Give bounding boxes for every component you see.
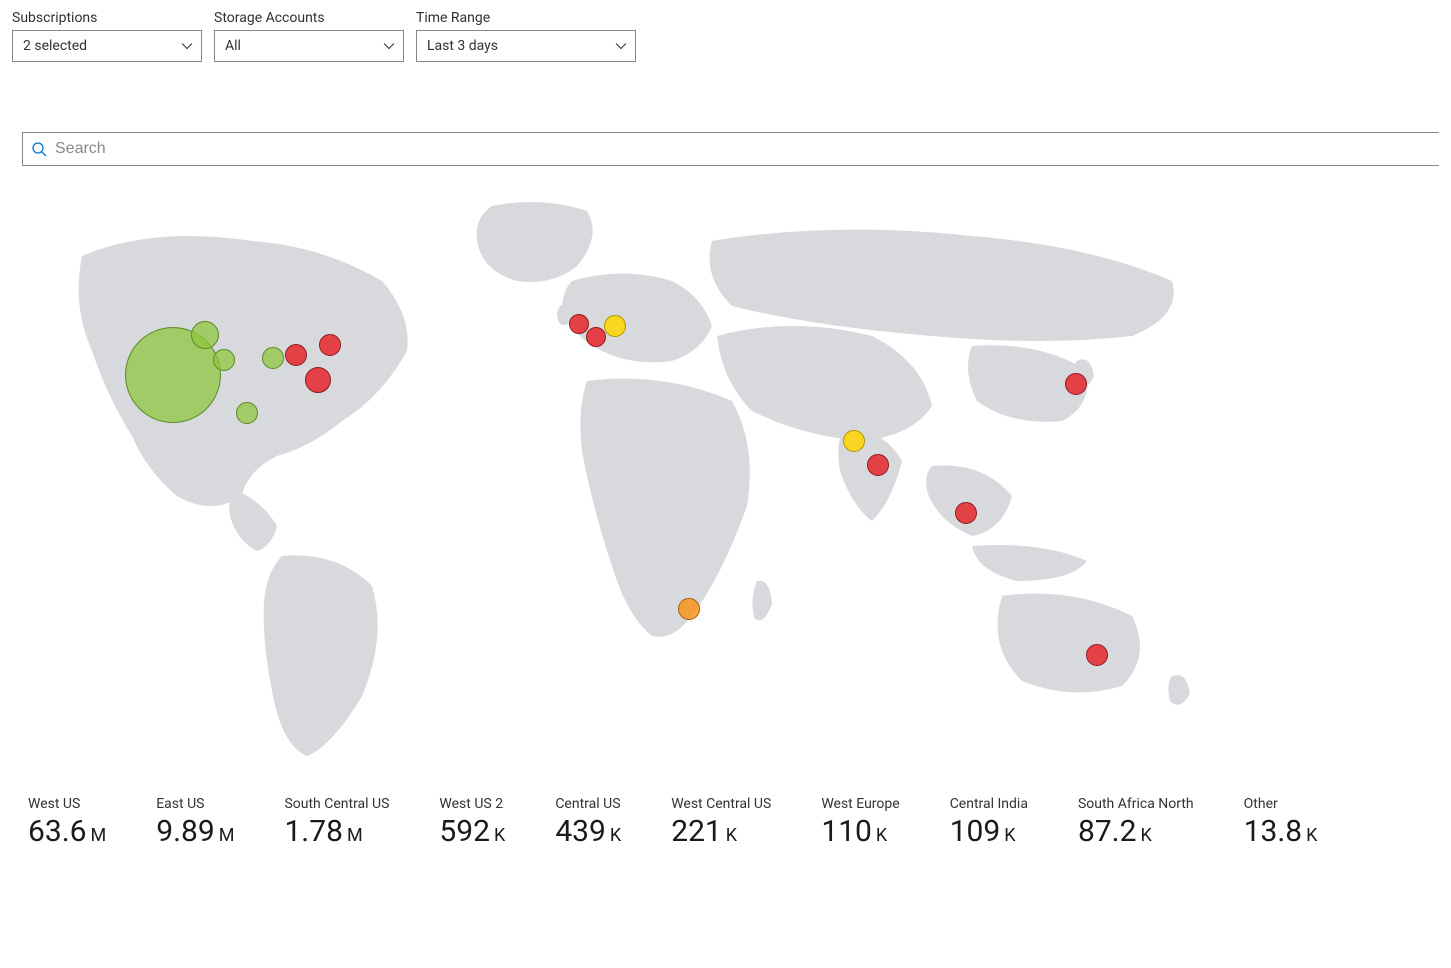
filter-storage-accounts: Storage Accounts All bbox=[214, 10, 404, 62]
map-bubble[interactable] bbox=[236, 402, 258, 424]
map-bubble[interactable] bbox=[262, 347, 284, 369]
region-stat[interactable]: West Europe 110K bbox=[821, 796, 899, 849]
map-bubble[interactable] bbox=[843, 430, 865, 452]
storage-value: All bbox=[225, 38, 241, 54]
timerange-value: Last 3 days bbox=[427, 38, 498, 54]
filter-subscriptions-label: Subscriptions bbox=[12, 10, 202, 26]
map-bubble[interactable] bbox=[604, 315, 626, 337]
stat-value: 439K bbox=[555, 814, 621, 849]
map-bubble[interactable] bbox=[955, 502, 977, 524]
stat-label: Central India bbox=[950, 796, 1028, 812]
map-bubble[interactable] bbox=[1086, 644, 1108, 666]
search-box[interactable] bbox=[22, 132, 1439, 166]
world-map-svg bbox=[12, 186, 1352, 786]
timerange-dropdown[interactable]: Last 3 days bbox=[416, 30, 636, 62]
filter-subscriptions: Subscriptions 2 selected bbox=[12, 10, 202, 62]
region-stat[interactable]: West US 63.6M bbox=[28, 796, 106, 849]
chevron-down-icon bbox=[181, 40, 193, 52]
chevron-down-icon bbox=[615, 40, 627, 52]
map-bubble[interactable] bbox=[569, 314, 589, 334]
stat-value: 13.8K bbox=[1244, 814, 1318, 849]
stat-label: East US bbox=[156, 796, 234, 812]
map-bubble[interactable] bbox=[319, 334, 341, 356]
filter-time-range: Time Range Last 3 days bbox=[416, 10, 636, 62]
world-map[interactable] bbox=[12, 186, 1352, 786]
subscriptions-value: 2 selected bbox=[23, 38, 87, 54]
filter-timerange-label: Time Range bbox=[416, 10, 636, 26]
region-stat[interactable]: Central India 109K bbox=[950, 796, 1028, 849]
region-stat[interactable]: West US 2 592K bbox=[439, 796, 505, 849]
stat-value: 9.89M bbox=[156, 814, 234, 849]
map-bubble[interactable] bbox=[285, 344, 307, 366]
map-bubble[interactable] bbox=[305, 367, 331, 393]
region-stat[interactable]: East US 9.89M bbox=[156, 796, 234, 849]
region-stat[interactable]: Central US 439K bbox=[555, 796, 621, 849]
filter-storage-label: Storage Accounts bbox=[214, 10, 404, 26]
stat-label: South Africa North bbox=[1078, 796, 1194, 812]
stat-label: South Central US bbox=[284, 796, 389, 812]
search-input[interactable] bbox=[53, 139, 1431, 159]
map-bubble[interactable] bbox=[213, 349, 235, 371]
stat-value: 87.2K bbox=[1078, 814, 1194, 849]
stat-value: 63.6M bbox=[28, 814, 106, 849]
storage-dropdown[interactable]: All bbox=[214, 30, 404, 62]
map-bubble[interactable] bbox=[191, 321, 219, 349]
stat-label: West US bbox=[28, 796, 106, 812]
map-bubble[interactable] bbox=[1065, 373, 1087, 395]
map-bubble[interactable] bbox=[586, 327, 606, 347]
map-bubble[interactable] bbox=[867, 454, 889, 476]
stat-value: 592K bbox=[439, 814, 505, 849]
stat-label: West Europe bbox=[821, 796, 899, 812]
stat-value: 1.78M bbox=[284, 814, 389, 849]
region-stat[interactable]: South Central US 1.78M bbox=[284, 796, 389, 849]
subscriptions-dropdown[interactable]: 2 selected bbox=[12, 30, 202, 62]
stat-label: West US 2 bbox=[439, 796, 505, 812]
region-stat[interactable]: Other 13.8K bbox=[1244, 796, 1318, 849]
region-stat[interactable]: South Africa North 87.2K bbox=[1078, 796, 1194, 849]
stat-label: Other bbox=[1244, 796, 1318, 812]
search-icon bbox=[31, 141, 47, 157]
chevron-down-icon bbox=[383, 40, 395, 52]
stat-value: 109K bbox=[950, 814, 1028, 849]
map-bubble[interactable] bbox=[678, 598, 700, 620]
region-stat[interactable]: West Central US 221K bbox=[671, 796, 771, 849]
stat-value: 221K bbox=[671, 814, 771, 849]
filters-row: Subscriptions 2 selected Storage Account… bbox=[12, 10, 1439, 62]
stat-label: Central US bbox=[555, 796, 621, 812]
stat-value: 110K bbox=[821, 814, 899, 849]
region-stats-row: West US 63.6M East US 9.89M South Central US… bbox=[12, 796, 1439, 849]
stat-label: West Central US bbox=[671, 796, 771, 812]
